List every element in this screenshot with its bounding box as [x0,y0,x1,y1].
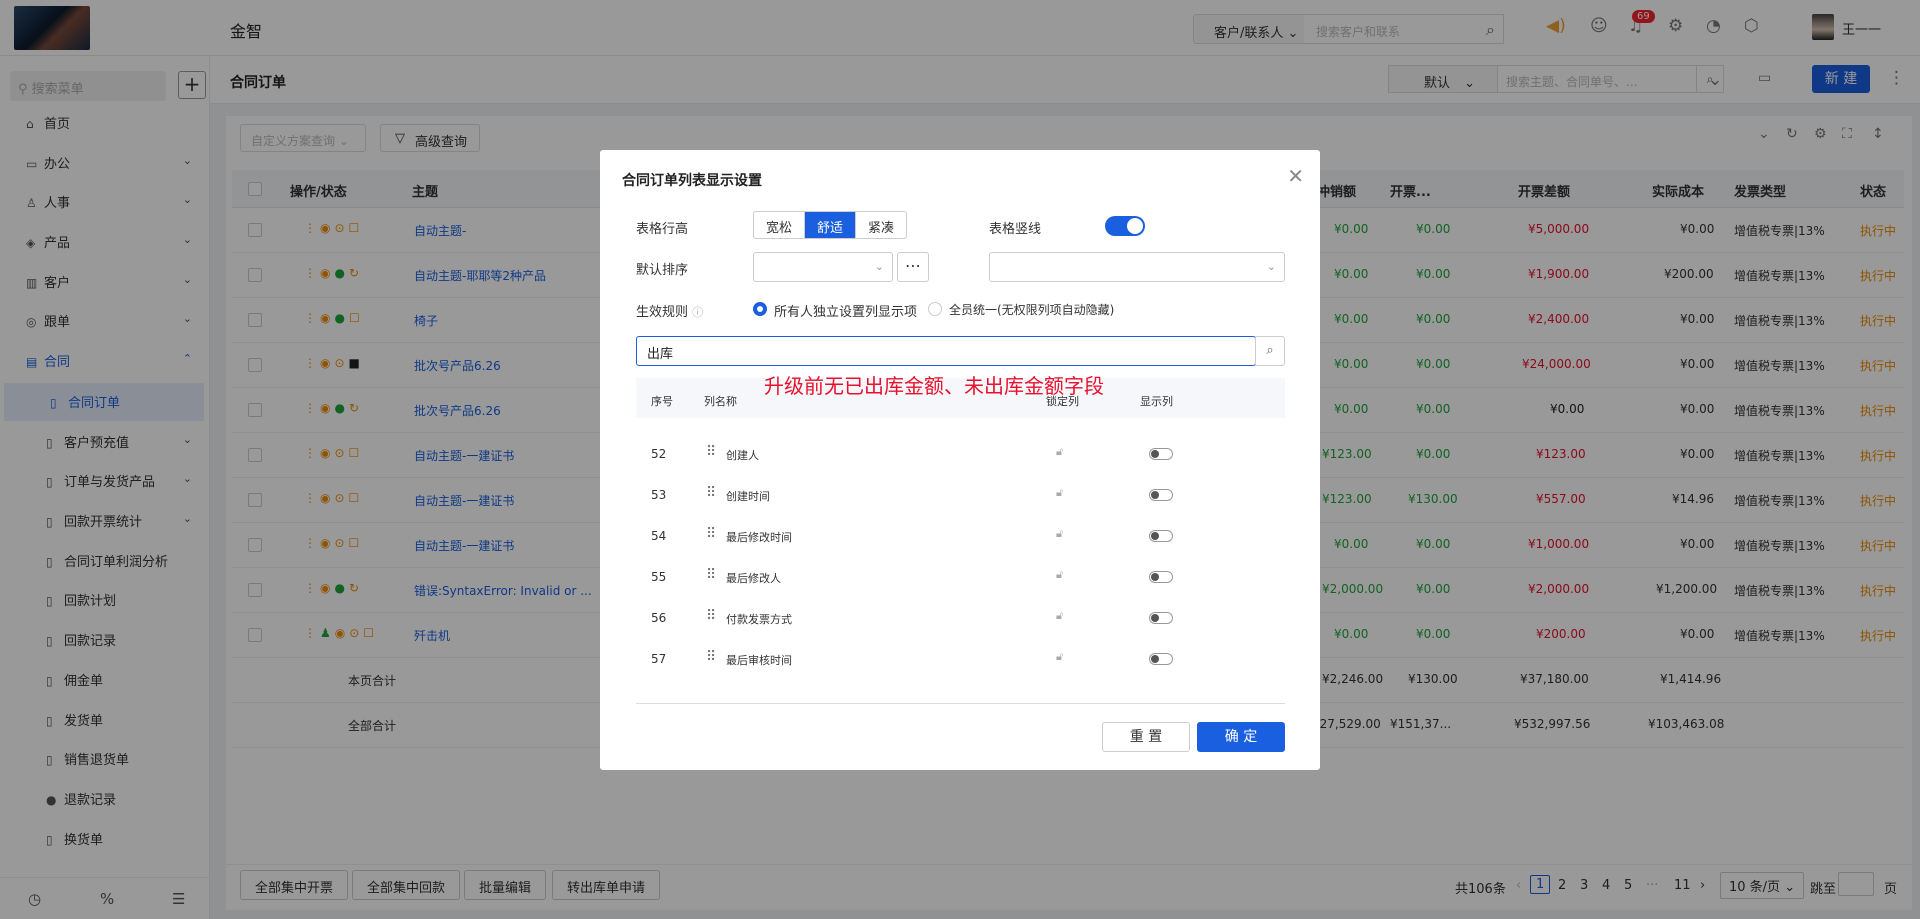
confirm-button[interactable]: 确 定 [1197,722,1285,752]
lock-icon[interactable]: 🔓︎ [1056,568,1063,582]
show-toggle[interactable] [1149,448,1173,460]
column-name: 最后审核时间 [726,654,792,667]
rule-individual-label[interactable]: 所有人独立设置列显示项 [774,301,917,320]
col-name-header: 列名称 [704,395,737,408]
reset-button[interactable]: 重 置 [1102,722,1190,752]
column-name: 创建人 [726,449,759,462]
col-show-header: 显示列 [1140,395,1173,408]
drag-handle-icon[interactable]: ⠿ [706,485,716,501]
divider [636,703,1285,704]
row-height-segmented: 宽松 舒适 紧凑 [753,211,908,239]
list-item: 56 ⠿ 付款发票方式 🔓︎ [636,596,1285,637]
dialog-title: 合同订单列表显示设置 [622,173,762,189]
help-icon[interactable]: ⓘ [692,306,703,319]
column-search-input[interactable]: 出库 [636,336,1256,366]
drag-handle-icon[interactable]: ⠿ [706,649,716,665]
list-item: 55 ⠿ 最后修改人 🔓︎ [636,555,1285,596]
show-toggle[interactable] [1149,530,1173,542]
sort-order-select[interactable]: ⌄ [989,252,1285,282]
default-sort-label: 默认排序 [636,263,689,278]
lock-icon[interactable]: 🔓︎ [1056,609,1063,623]
row-height-comfortable[interactable]: 舒适 [805,212,857,238]
close-icon[interactable]: ✕ [1287,164,1304,188]
rule-individual-radio[interactable] [753,302,767,316]
show-toggle[interactable] [1149,612,1173,624]
chevron-down-icon: ⌄ [874,260,884,273]
column-name: 最后修改时间 [726,531,792,544]
lock-icon[interactable]: 🔓︎ [1056,527,1063,541]
show-toggle[interactable] [1149,571,1173,583]
annotation-text: 升级前无已出库金额、未出库金额字段 [764,374,1104,398]
drag-handle-icon[interactable]: ⠿ [706,526,716,542]
rule-unified-label[interactable]: 全员统一(无权限列项自动隐藏) [949,301,1114,318]
list-item: 57 ⠿ 最后审核时间 🔓︎ [636,637,1285,678]
show-toggle[interactable] [1149,653,1173,665]
list-item: 53 ⠿ 创建时间 🔓︎ [636,473,1285,514]
lock-icon[interactable]: 🔓︎ [1056,445,1063,459]
sort-field-select[interactable]: ⌄ [753,252,893,282]
effect-rule-label: 生效规则 ⓘ [636,305,704,320]
col-no-header: 序号 [651,395,673,408]
row-no: 56 [651,611,667,625]
row-no: 54 [651,529,667,543]
lock-icon[interactable]: 🔓︎ [1056,650,1063,664]
row-no: 55 [651,570,667,584]
row-no: 57 [651,652,667,666]
drag-handle-icon[interactable]: ⠿ [706,567,716,583]
row-no: 53 [651,488,667,502]
column-name: 付款发票方式 [726,613,792,626]
rule-unified-radio[interactable] [928,302,942,316]
lock-icon[interactable]: 🔓︎ [1056,486,1063,500]
list-item: 52 ⠿ 创建人 🔓︎ [636,432,1285,473]
vertical-lines-toggle[interactable] [1105,216,1145,236]
vertical-lines-label: 表格竖线 [989,222,1042,237]
sort-more-button[interactable]: ⋯ [897,252,929,282]
drag-handle-icon[interactable]: ⠿ [706,444,716,460]
column-settings-dialog: 合同订单列表显示设置 ✕ 表格行高 宽松 舒适 紧凑 表格竖线 默认排序 ⌄ ⋯… [600,150,1320,770]
drag-handle-icon[interactable]: ⠿ [706,608,716,624]
row-height-loose[interactable]: 宽松 [754,212,806,238]
row-no: 52 [651,447,667,461]
chevron-down-icon: ⌄ [1266,260,1276,273]
show-toggle[interactable] [1149,489,1173,501]
search-icon[interactable]: ⌕ [1255,336,1285,366]
list-item: 54 ⠿ 最后修改时间 🔓︎ [636,514,1285,555]
column-name: 创建时间 [726,490,770,503]
row-height-compact[interactable]: 紧凑 [856,212,906,238]
column-name: 最后修改人 [726,572,781,585]
row-height-label: 表格行高 [636,222,689,237]
